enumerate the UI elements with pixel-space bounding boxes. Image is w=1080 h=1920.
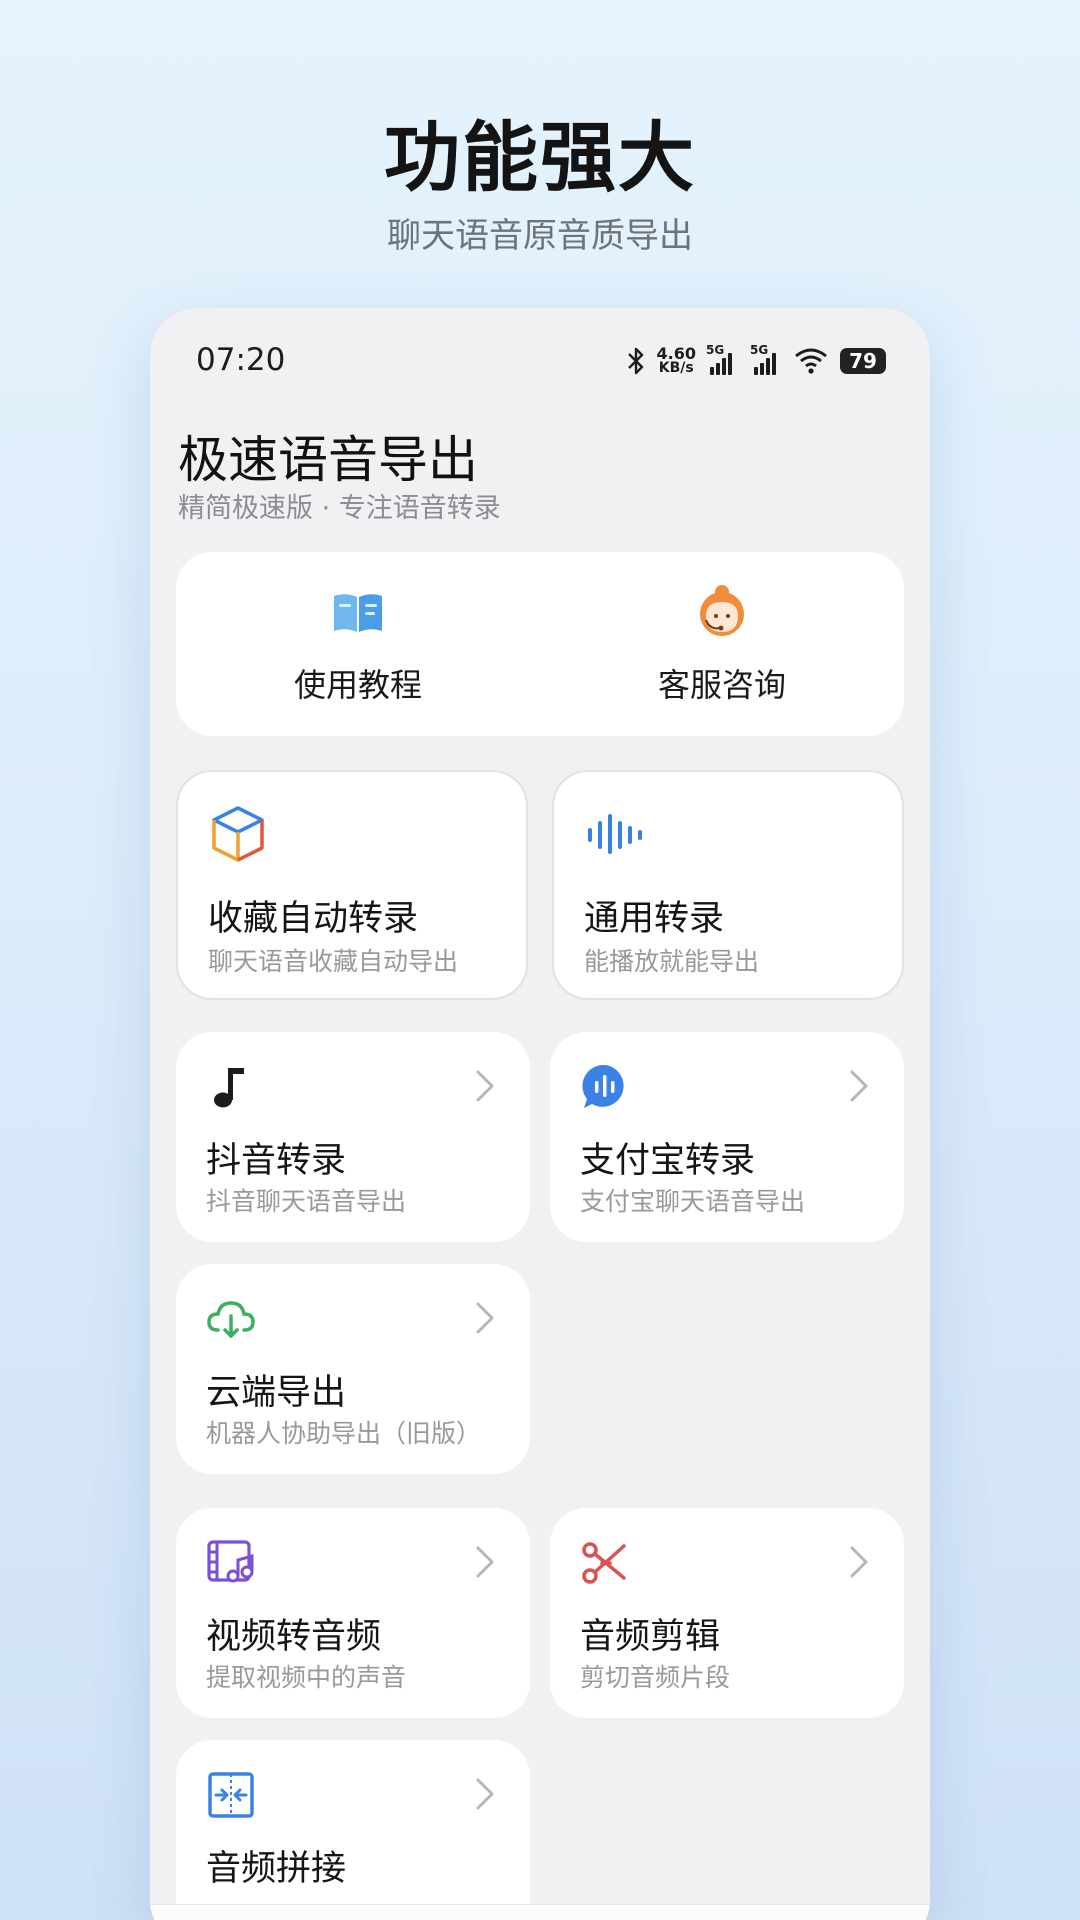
cube-icon xyxy=(212,806,264,862)
customer-service-icon xyxy=(700,585,744,636)
wifi-icon xyxy=(795,348,827,374)
chevron-right-icon xyxy=(476,1546,494,1578)
chevron-right-icon xyxy=(850,1546,868,1578)
feature-name: 支付宝转录 xyxy=(580,1141,756,1181)
chevron-right-icon xyxy=(476,1302,494,1334)
video-music-icon xyxy=(207,1540,254,1583)
app-title: 极速语音导出 xyxy=(178,431,478,489)
feature-desc: 机器人协助导出（旧版） xyxy=(206,1419,482,1448)
feature-name: 音频剪辑 xyxy=(580,1617,721,1657)
feature-card-video-to-audio[interactable]: 视频转音频 提取视频中的声音 xyxy=(176,1508,530,1718)
feature-desc: 提取视频中的声音 xyxy=(206,1663,407,1692)
feature-name: 通用转录 xyxy=(584,899,725,939)
feature-card-audio-cut[interactable]: 音频剪辑 剪切音频片段 xyxy=(550,1508,904,1718)
feature-card-audio-merge[interactable]: 音频拼接 xyxy=(176,1740,530,1920)
feature-desc: 抖音聊天语音导出 xyxy=(206,1187,407,1216)
signal-icon: 5G xyxy=(706,343,740,375)
feature-name: 抖音转录 xyxy=(206,1141,347,1181)
scissors-icon xyxy=(582,1542,626,1584)
feature-name: 音频拼接 xyxy=(206,1849,347,1889)
feature-card-douyin-transcribe[interactable]: 抖音转录 抖音聊天语音导出 xyxy=(176,1032,530,1242)
signal-icon: 5G xyxy=(750,343,784,375)
feature-name: 视频转音频 xyxy=(206,1617,382,1657)
sound-wave-icon xyxy=(588,814,642,854)
feature-card-alipay-transcribe[interactable]: 支付宝转录 支付宝聊天语音导出 xyxy=(550,1032,904,1242)
voice-bubble-icon xyxy=(582,1064,624,1108)
book-icon xyxy=(334,594,382,632)
feature-desc: 支付宝聊天语音导出 xyxy=(580,1187,806,1216)
feature-desc: 剪切音频片段 xyxy=(580,1663,731,1692)
merge-icon xyxy=(208,1772,254,1818)
feature-name: 收藏自动转录 xyxy=(208,899,419,939)
feature-card-cloud-export[interactable]: 云端导出 机器人协助导出（旧版） xyxy=(176,1264,530,1474)
battery-icon: 79 xyxy=(840,348,891,374)
status-icons: 4.60 KB/s 5G 5G 79 xyxy=(625,343,891,378)
feature-desc: 聊天语音收藏自动导出 xyxy=(208,947,459,976)
chevron-right-icon xyxy=(850,1070,868,1102)
feature-name: 云端导出 xyxy=(206,1373,347,1413)
net-speed: 4.60 KB/s xyxy=(656,344,696,376)
tutorial-button[interactable]: 使用教程 xyxy=(176,552,540,736)
chevron-right-icon xyxy=(476,1070,494,1102)
quick-actions-card: 使用教程 客服咨询 xyxy=(176,552,904,736)
promo-title: 功能强大 xyxy=(384,113,696,202)
chevron-right-icon xyxy=(476,1778,494,1810)
music-note-icon xyxy=(214,1068,244,1108)
status-time: 07:20 xyxy=(196,342,286,378)
app-subtitle: 精简极速版 · 专注语音转录 xyxy=(178,493,501,524)
feature-card-general-transcribe[interactable]: 通用转录 能播放就能导出 xyxy=(552,770,904,1000)
feature-card-favorite-transcribe[interactable]: 收藏自动转录 聊天语音收藏自动导出 xyxy=(176,770,528,1000)
bluetooth-icon xyxy=(627,347,643,375)
feature-desc: 能播放就能导出 xyxy=(584,947,760,976)
customer-service-button[interactable]: 客服咨询 xyxy=(540,552,904,736)
cloud-download-icon xyxy=(207,1301,255,1338)
promo-subtitle: 聊天语音原音质导出 xyxy=(387,216,693,256)
bottom-nav xyxy=(150,1904,930,1920)
phone-screen: 07:20 4.60 KB/s 5G 5G 79 极速语音导出 精简极速版 · … xyxy=(150,308,930,1920)
